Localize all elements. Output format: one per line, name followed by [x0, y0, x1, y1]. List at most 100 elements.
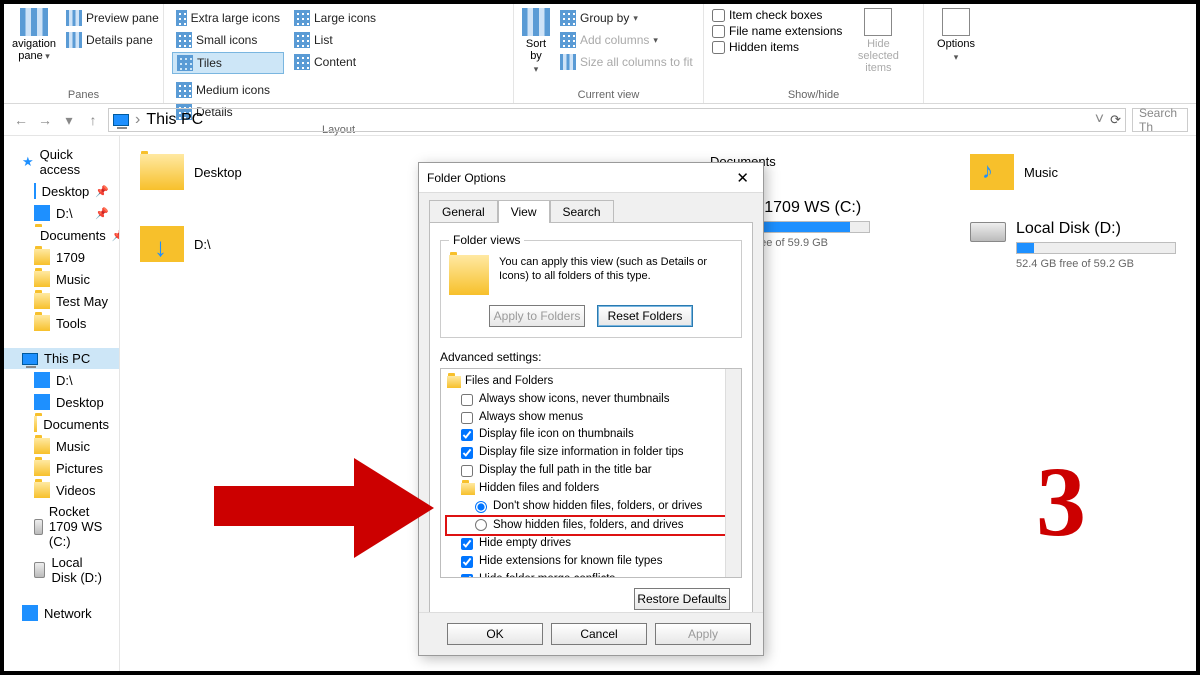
refresh-button[interactable]: ⟳: [1110, 112, 1121, 128]
opt-hide-merge-conflicts-checkbox[interactable]: [461, 574, 473, 578]
sidebar-pc-desktop[interactable]: Desktop: [4, 391, 119, 413]
sidebar-pc-music[interactable]: Music: [4, 435, 119, 457]
apply-button[interactable]: Apply: [655, 623, 751, 645]
xl-label: Extra large icons: [191, 11, 280, 25]
sidebar-qa-d[interactable]: D:\📌: [4, 202, 119, 224]
opt-always-menus-checkbox[interactable]: [461, 412, 473, 424]
dialog-titlebar[interactable]: Folder Options ✕: [419, 163, 763, 193]
tab-search[interactable]: Search: [550, 200, 614, 223]
options-button[interactable]: Options: [932, 8, 980, 63]
tab-view[interactable]: View: [498, 200, 550, 223]
ok-button[interactable]: OK: [447, 623, 543, 645]
opt-file-size-tips[interactable]: Display file size information in folder …: [447, 444, 737, 462]
opt-always-icons[interactable]: Always show icons, never thumbnails: [447, 391, 737, 409]
hide-selected-label: Hide selected items: [848, 38, 908, 74]
layout-tiles[interactable]: Tiles: [172, 52, 284, 74]
opt-hide-empty-drives[interactable]: Hide empty drives: [447, 535, 737, 553]
sidebar-qa-tools[interactable]: Tools: [4, 312, 119, 334]
opt-always-icons-checkbox[interactable]: [461, 394, 473, 406]
layout-list[interactable]: List: [290, 30, 390, 50]
file-name-extensions-checkbox[interactable]: [712, 25, 725, 38]
hide-selected-items-button[interactable]: Hide selected items: [848, 8, 908, 74]
tiles-label: Tiles: [197, 56, 222, 70]
size-all-columns-button[interactable]: Size all columns to fit: [556, 52, 697, 72]
tab-general[interactable]: General: [429, 200, 498, 223]
add-columns-button[interactable]: Add columns: [556, 30, 697, 50]
opt-hide-extensions[interactable]: Hide extensions for known file types: [447, 553, 737, 571]
opt-always-menus[interactable]: Always show menus: [447, 409, 737, 427]
hidden-items-checkbox[interactable]: [712, 41, 725, 54]
layout-content[interactable]: Content: [290, 52, 390, 72]
sidebar-quick-access[interactable]: ★Quick access: [4, 144, 119, 180]
opt-show-hidden[interactable]: Show hidden files, folders, and drives: [445, 515, 739, 537]
sidebar-network[interactable]: Network: [4, 602, 119, 624]
opt-file-size-tips-checkbox[interactable]: [461, 447, 473, 459]
forward-button[interactable]: →: [36, 111, 54, 129]
tile-local-drive[interactable]: Local Disk (D:) 52.4 GB free of 59.2 GB: [970, 220, 1176, 270]
opt-dont-show-hidden[interactable]: Don't show hidden files, folders, or dri…: [447, 498, 737, 516]
advanced-scrollbar[interactable]: [725, 369, 741, 577]
close-button[interactable]: ✕: [730, 169, 755, 187]
videos-icon: [34, 482, 50, 498]
opt-hide-merge-conflicts[interactable]: Hide folder merge conflicts: [447, 571, 737, 578]
layout-small[interactable]: Small icons: [172, 30, 284, 50]
xl-icon: [176, 10, 187, 26]
reset-folders-button[interactable]: Reset Folders: [597, 305, 693, 327]
sidebar-pc-documents[interactable]: Documents: [4, 413, 119, 435]
opt-dont-show-hidden-radio[interactable]: [475, 501, 487, 513]
sidebar-pc-local[interactable]: Local Disk (D:): [4, 552, 119, 588]
layout-medium[interactable]: Medium icons: [172, 80, 282, 100]
sizeall-label: Size all columns to fit: [580, 55, 693, 69]
disk-icon: [970, 222, 1006, 242]
back-button[interactable]: ←: [12, 111, 30, 129]
apply-to-folders-button[interactable]: Apply to Folders: [489, 305, 585, 327]
navigation-pane-button[interactable]: avigation pane: [12, 8, 56, 62]
layout-large[interactable]: Large icons: [290, 8, 390, 28]
sidebar-pc-d[interactable]: D:\: [4, 369, 119, 391]
annotation-arrow: [214, 458, 434, 538]
file-name-extensions-toggle[interactable]: File name extensions: [712, 24, 842, 38]
opt-full-path-title[interactable]: Display the full path in the title bar: [447, 462, 737, 480]
details-pane-button[interactable]: Details pane: [62, 30, 163, 50]
opt-show-hidden-label: Show hidden files, folders, and drives: [493, 517, 684, 535]
opt-hide-empty-drives-checkbox[interactable]: [461, 538, 473, 550]
item-check-boxes-toggle[interactable]: Item check boxes: [712, 8, 842, 22]
restore-defaults-button[interactable]: Restore Defaults: [634, 588, 730, 610]
sidebar-pc-pictures[interactable]: Pictures: [4, 457, 119, 479]
sidebar-qa-documents[interactable]: Documents📌: [4, 224, 119, 246]
search-box[interactable]: Search Th: [1132, 108, 1188, 132]
sidebar-qa-desktop[interactable]: Desktop📌: [4, 180, 119, 202]
sidebar-qa-music[interactable]: Music: [4, 268, 119, 290]
tree-hidden-files[interactable]: Hidden files and folders: [447, 480, 737, 498]
layout-extra-large[interactable]: Extra large icons: [172, 8, 284, 28]
pc-docs-label: Documents: [43, 417, 109, 432]
group-by-button[interactable]: Group by: [556, 8, 697, 28]
recent-locations-button[interactable]: ▾: [60, 111, 78, 129]
this-pc-icon: [113, 114, 129, 126]
sidebar-qa-testmay[interactable]: Test May: [4, 290, 119, 312]
music-folder-icon: [970, 154, 1014, 190]
sidebar-this-pc[interactable]: This PC: [4, 348, 119, 369]
tile-desktop[interactable]: Desktop: [140, 154, 340, 190]
opt-show-hidden-radio[interactable]: [475, 519, 487, 531]
opt-full-path-title-checkbox[interactable]: [461, 465, 473, 477]
item-check-boxes-checkbox[interactable]: [712, 9, 725, 22]
list-label: List: [314, 33, 333, 47]
address-box[interactable]: › This PC ˅ ⟳: [108, 108, 1126, 132]
opt-file-icon-thumb[interactable]: Display file icon on thumbnails: [447, 426, 737, 444]
opt-hide-extensions-checkbox[interactable]: [461, 556, 473, 568]
sort-by-button[interactable]: Sort by: [522, 8, 550, 75]
up-button[interactable]: ↑: [84, 111, 102, 129]
opt-file-icon-thumb-checkbox[interactable]: [461, 429, 473, 441]
sidebar-pc-videos[interactable]: Videos: [4, 479, 119, 501]
tree-root[interactable]: Files and Folders: [447, 373, 737, 391]
hidden-items-toggle[interactable]: Hidden items: [712, 40, 842, 54]
tile-d[interactable]: D:\: [140, 226, 340, 262]
cancel-button[interactable]: Cancel: [551, 623, 647, 645]
network-label: Network: [44, 606, 92, 621]
tile-music-label: Music: [1024, 165, 1058, 180]
sidebar-pc-rocket[interactable]: Rocket 1709 WS (C:): [4, 501, 119, 552]
preview-pane-button[interactable]: Preview pane: [62, 8, 163, 28]
tile-music[interactable]: Music: [970, 154, 1170, 190]
sidebar-qa-1709[interactable]: 1709: [4, 246, 119, 268]
